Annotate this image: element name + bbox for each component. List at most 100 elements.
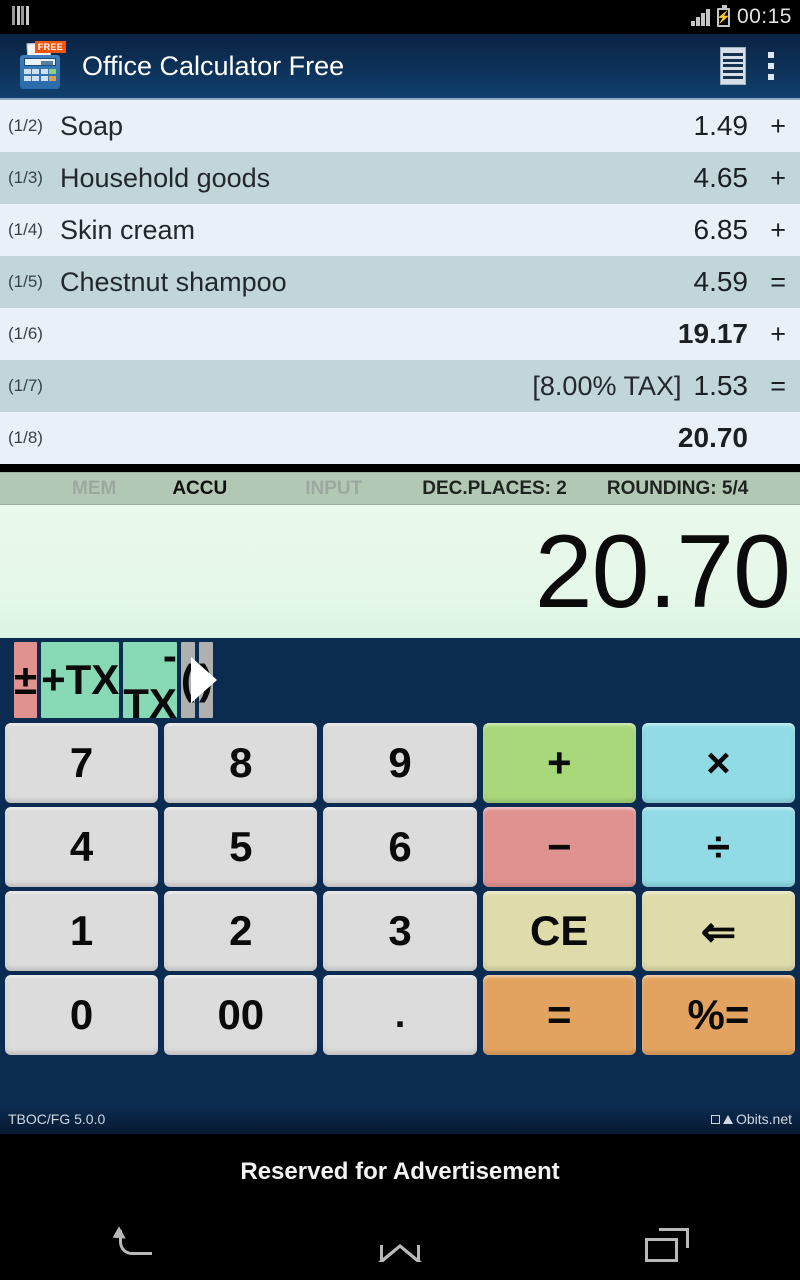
- key-add-tax[interactable]: +TX: [41, 642, 120, 718]
- key-equals[interactable]: =: [482, 975, 636, 1055]
- action-bar-actions: [720, 46, 800, 86]
- key-1[interactable]: 1: [5, 891, 159, 971]
- status-badge-input[interactable]: INPUT: [305, 478, 362, 500]
- tape-list-icon[interactable]: [720, 47, 746, 85]
- key-plus-minus[interactable]: ±: [14, 642, 38, 718]
- row-index: (1/4): [8, 220, 43, 239]
- row-operator: +: [770, 111, 786, 141]
- status-clock: 00:15: [736, 5, 792, 28]
- table-row[interactable]: (1/3) Household goods 4.65 +: [0, 152, 800, 204]
- row-operator: +: [770, 215, 786, 245]
- key-7[interactable]: 7: [5, 723, 159, 803]
- next-page-arrow-icon[interactable]: [190, 657, 217, 703]
- brand-label: Obits.net: [735, 1111, 792, 1127]
- row-index: (1/6): [8, 324, 43, 343]
- row-index: (1/3): [8, 168, 43, 187]
- row-value: 1.49: [693, 110, 749, 141]
- status-badge-accu[interactable]: ACCU: [172, 478, 227, 500]
- mode-status-bar: MEM ACCU INPUT DEC.PLACES: 2 ROUNDING: 5…: [0, 472, 800, 505]
- row-value: 6.85: [693, 214, 749, 245]
- row-value: 20.70: [677, 422, 748, 453]
- key-plus[interactable]: +: [482, 723, 636, 803]
- version-label: TBOC/FG 5.0.0: [8, 1111, 106, 1127]
- key-minus[interactable]: −: [482, 807, 636, 887]
- key-6[interactable]: 6: [323, 807, 477, 887]
- status-left-icons: [12, 6, 29, 25]
- android-status-bar: ⚡ 00:15: [0, 0, 800, 34]
- key-sub-tax[interactable]: -TX: [123, 632, 177, 727]
- key-decimal-point[interactable]: .: [323, 975, 477, 1055]
- back-nav-button[interactable]: [73, 1210, 193, 1280]
- row-index: (1/5): [8, 272, 43, 291]
- key-3[interactable]: 3: [323, 891, 477, 971]
- table-row[interactable]: (1/6) 19.17 +: [0, 308, 800, 360]
- square-logo-icon: [710, 1114, 720, 1124]
- row-value: 1.53: [693, 370, 749, 401]
- recents-nav-button[interactable]: [607, 1210, 727, 1280]
- free-badge: FREE: [34, 41, 66, 53]
- back-nav-icon: [111, 1230, 155, 1260]
- signal-bars-icon: [691, 8, 710, 26]
- app-footer: TBOC/FG 5.0.0 Obits.net: [0, 1104, 800, 1134]
- table-row[interactable]: (1/4) Skin cream 6.85 +: [0, 204, 800, 256]
- brand-logo[interactable]: Obits.net: [710, 1111, 792, 1127]
- row-label: Skin cream: [60, 214, 196, 245]
- status-badge-dec-places[interactable]: DEC.PLACES: 2: [422, 478, 567, 500]
- app-action-bar: FREE Office Calculator Free: [0, 34, 800, 100]
- row-index: (1/8): [8, 428, 43, 447]
- key-9[interactable]: 9: [323, 723, 477, 803]
- status-badge-mem[interactable]: MEM: [72, 478, 116, 500]
- keypad-row-0: 0 00 . = %=: [2, 975, 798, 1055]
- key-5[interactable]: 5: [164, 807, 318, 887]
- keypad-row-functions: ± +TX -TX ( ): [12, 632, 217, 727]
- key-divide[interactable]: ÷: [641, 807, 796, 887]
- android-navigation-bar: [0, 1210, 800, 1280]
- key-close-paren[interactable]: ): [190, 642, 217, 718]
- key-backspace[interactable]: ⇐: [641, 891, 796, 971]
- row-operator: +: [770, 319, 786, 349]
- calculator-display[interactable]: 20.70: [0, 505, 800, 638]
- app-title: Office Calculator Free: [82, 50, 345, 81]
- row-operator: =: [770, 371, 786, 401]
- key-percent-equals[interactable]: %=: [641, 975, 796, 1055]
- phone-screen: ⚡ 00:15 FREE Office Calculator Free (1/2…: [0, 0, 800, 1280]
- row-tax: [8.00% TAX]: [532, 371, 682, 401]
- vertical-bars-icon: [12, 6, 29, 25]
- status-badge-rounding[interactable]: ROUNDING: 5/4: [607, 478, 748, 500]
- key-clear-entry[interactable]: CE: [482, 891, 636, 971]
- key-multiply[interactable]: ×: [641, 723, 796, 803]
- office-calculator-app-icon: FREE: [14, 41, 66, 91]
- advertisement-text: Reserved for Advertisement: [240, 1158, 560, 1185]
- table-row[interactable]: (1/8) 20.70: [0, 412, 800, 464]
- battery-charging-icon: ⚡: [716, 4, 731, 27]
- status-right-icons: ⚡ 00:15: [691, 0, 792, 34]
- key-8[interactable]: 8: [164, 723, 318, 803]
- table-row[interactable]: (1/7) [8.00% TAX] 1.53 =: [0, 360, 800, 412]
- recent-apps-nav-icon: [644, 1228, 689, 1262]
- key-double-zero[interactable]: 00: [164, 975, 318, 1055]
- keypad-row-456: 4 5 6 − ÷: [2, 807, 798, 887]
- calculation-tape[interactable]: (1/2) Soap 1.49 + (1/3) Household goods …: [0, 100, 800, 472]
- keypad-row-123: 1 2 3 CE ⇐: [2, 891, 798, 971]
- key-2[interactable]: 2: [164, 891, 318, 971]
- row-label: Chestnut shampoo: [60, 266, 287, 297]
- row-operator: +: [770, 163, 786, 193]
- row-label: Soap: [60, 110, 124, 141]
- key-0[interactable]: 0: [5, 975, 159, 1055]
- calculator-keypad: ± +TX -TX ( ) 7 8 9 + × 4 5 6 − ÷ 1 2 3: [0, 632, 800, 1104]
- row-operator: =: [770, 267, 786, 297]
- table-row[interactable]: (1/5) Chestnut shampoo 4.59 =: [0, 256, 800, 308]
- table-row[interactable]: (1/2) Soap 1.49 +: [0, 100, 800, 152]
- overflow-menu-icon[interactable]: [756, 46, 786, 86]
- display-value: 20.70: [534, 513, 791, 630]
- home-nav-icon: [377, 1228, 422, 1264]
- home-nav-button[interactable]: [340, 1210, 460, 1280]
- row-value: 19.17: [677, 318, 748, 349]
- keypad-row-789: 7 8 9 + ×: [2, 723, 798, 803]
- key-4[interactable]: 4: [5, 807, 159, 887]
- triangle-logo-icon: [722, 1114, 733, 1124]
- advertisement-banner[interactable]: Reserved for Advertisement: [0, 1134, 800, 1210]
- row-value: 4.65: [693, 162, 749, 193]
- row-index: (1/7): [8, 376, 43, 395]
- row-value: 4.59: [693, 266, 749, 297]
